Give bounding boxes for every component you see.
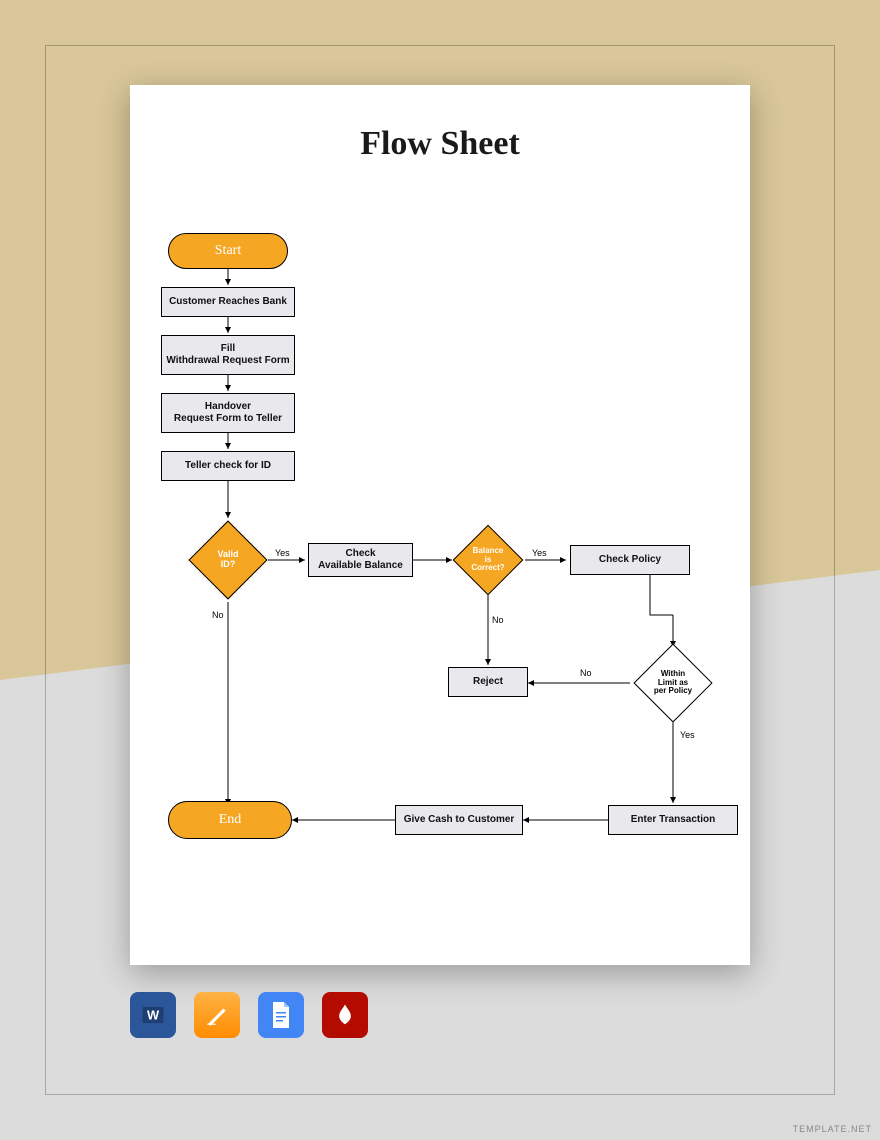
word-icon[interactable]: W bbox=[130, 992, 176, 1038]
label-no-3: No bbox=[580, 668, 592, 678]
process-reach-bank: Customer Reaches Bank bbox=[161, 287, 295, 317]
valid-id-label: Valid ID? bbox=[200, 532, 256, 588]
check-balance-label: Check Available Balance bbox=[318, 548, 403, 572]
label-no: No bbox=[212, 610, 224, 620]
process-check-policy: Check Policy bbox=[570, 545, 690, 575]
brand-watermark: TEMPLATE.NET bbox=[793, 1124, 872, 1134]
process-teller-check: Teller check for ID bbox=[161, 451, 295, 481]
start-label: Start bbox=[215, 243, 241, 259]
reach-label: Customer Reaches Bank bbox=[169, 296, 287, 308]
process-check-balance: Check Available Balance bbox=[308, 543, 413, 577]
label-yes-3: Yes bbox=[680, 730, 695, 740]
label-no-2: No bbox=[492, 615, 504, 625]
format-icons-row: W bbox=[130, 992, 368, 1038]
process-enter-transaction: Enter Transaction bbox=[608, 805, 738, 835]
check-policy-label: Check Policy bbox=[599, 554, 661, 566]
balance-correct-label: Balance is Correct? bbox=[463, 535, 513, 585]
google-docs-icon[interactable] bbox=[258, 992, 304, 1038]
handover-label: Handover Request Form to Teller bbox=[174, 401, 282, 425]
process-reject: Reject bbox=[448, 667, 528, 697]
decision-valid-id: Valid ID? bbox=[200, 532, 256, 588]
svg-text:W: W bbox=[147, 1008, 160, 1023]
terminal-end: End bbox=[168, 801, 292, 839]
enter-trans-label: Enter Transaction bbox=[631, 814, 715, 826]
terminal-start: Start bbox=[168, 233, 288, 269]
decision-balance-correct: Balance is Correct? bbox=[463, 535, 513, 585]
pdf-icon[interactable] bbox=[322, 992, 368, 1038]
process-fill-form: Fill Withdrawal Request Form bbox=[161, 335, 295, 375]
give-cash-label: Give Cash to Customer bbox=[404, 814, 515, 826]
label-yes: Yes bbox=[275, 548, 290, 558]
label-yes-2: Yes bbox=[532, 548, 547, 558]
end-label: End bbox=[219, 812, 242, 828]
fill-label: Fill Withdrawal Request Form bbox=[166, 343, 289, 367]
within-limit-label: Within Limit as per Policy bbox=[645, 655, 701, 711]
teller-label: Teller check for ID bbox=[185, 460, 271, 472]
process-give-cash: Give Cash to Customer bbox=[395, 805, 523, 835]
reject-label: Reject bbox=[473, 676, 503, 688]
document-page: Flow Sheet Start bbox=[130, 85, 750, 965]
decision-within-limit: Within Limit as per Policy bbox=[645, 655, 701, 711]
flowchart-canvas: Start Customer Reaches Bank Fill Withdra… bbox=[130, 85, 750, 965]
pages-icon[interactable] bbox=[194, 992, 240, 1038]
process-handover: Handover Request Form to Teller bbox=[161, 393, 295, 433]
